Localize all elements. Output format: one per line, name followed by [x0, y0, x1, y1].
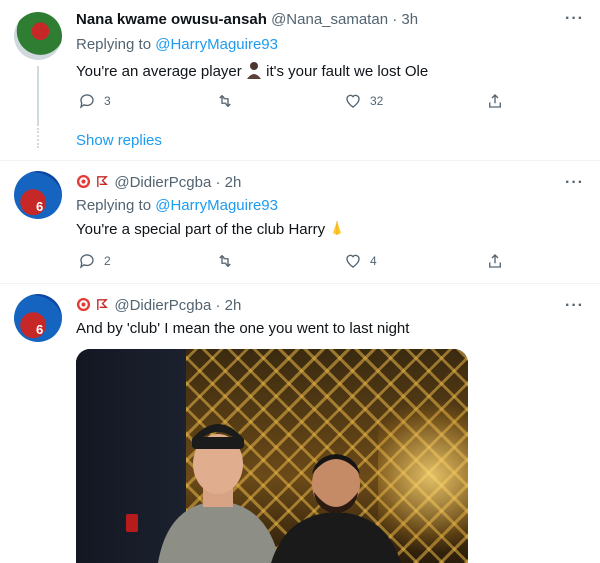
photo-sign: [126, 514, 138, 532]
photo-person-right: [271, 454, 401, 563]
like-count: 4: [370, 254, 377, 268]
replying-label: Replying to: [76, 197, 152, 214]
like-count: 32: [370, 94, 384, 108]
reply-count: 3: [104, 94, 111, 108]
share-button[interactable]: [486, 252, 504, 270]
separator: ·: [215, 297, 221, 314]
replying-to: Replying to @HarryMaguire93: [76, 36, 278, 53]
timestamp[interactable]: 3h: [401, 11, 418, 28]
separator: ·: [215, 174, 221, 191]
share-icon: [489, 254, 501, 268]
more-icon[interactable]: ···: [565, 10, 584, 28]
avatar[interactable]: 6: [14, 171, 62, 219]
reply-button[interactable]: 3: [78, 92, 111, 110]
tweet-text-part: You're a special part of the club Harry: [76, 221, 326, 238]
avatar[interactable]: [14, 12, 62, 60]
tweet-text-part: it's your fault we lost Ole: [266, 63, 429, 80]
thread-line: [37, 66, 39, 126]
tweet-actions: 3 32: [76, 92, 516, 112]
retweet-icon: [219, 94, 231, 108]
timestamp[interactable]: 2h: [225, 174, 242, 191]
tweet-header: @DidierPcgba · 2h: [76, 297, 241, 314]
handle[interactable]: @Nana_samatan: [271, 11, 388, 28]
show-replies-link[interactable]: Show replies: [76, 132, 162, 149]
tweet-1[interactable]: Nana kwame owusu-ansah @Nana_samatan · 3…: [0, 0, 600, 160]
thread-dots: [37, 128, 39, 148]
timestamp[interactable]: 2h: [225, 297, 242, 314]
more-icon[interactable]: ···: [565, 297, 584, 315]
handle[interactable]: @DidierPcgba: [114, 297, 211, 314]
reply-icon: [79, 94, 94, 109]
tweet-text: You're an average player it's your fault…: [76, 61, 428, 80]
like-icon: [346, 94, 360, 108]
target-emoji-icon: [76, 174, 91, 189]
avatar-number: 6: [36, 199, 44, 214]
like-button[interactable]: 4: [344, 252, 377, 270]
reply-icon: [79, 254, 94, 269]
tweet-text: You're a special part of the club Harry: [76, 219, 345, 238]
retweet-button[interactable]: [216, 92, 242, 110]
reply-button[interactable]: 2: [78, 252, 111, 270]
tweet-actions: 2 4: [76, 252, 516, 272]
reply-count: 2: [104, 254, 111, 268]
pray-emoji-icon: [333, 221, 342, 235]
retweet-icon: [219, 254, 231, 268]
display-name[interactable]: Nana kwame owusu-ansah: [76, 11, 267, 28]
avatar-number: 6: [36, 322, 44, 337]
share-button[interactable]: [486, 92, 504, 110]
replying-to: Replying to @HarryMaguire93: [76, 197, 278, 214]
tweet-text-part: You're an average player: [76, 63, 242, 80]
tweet-photo[interactable]: [76, 349, 468, 563]
retweet-button[interactable]: [216, 252, 242, 270]
pin-emoji-icon: [97, 299, 109, 311]
share-icon: [489, 94, 501, 108]
replying-handle[interactable]: @HarryMaguire93: [155, 36, 278, 53]
tweet-2[interactable]: 6 @DidierPcgba · 2h ··· Replying to @Har…: [0, 161, 600, 283]
replying-label: Replying to: [76, 36, 152, 53]
like-icon: [346, 254, 360, 268]
like-button[interactable]: 32: [344, 92, 383, 110]
handle[interactable]: @DidierPcgba: [114, 174, 211, 191]
tweet-text: And by 'club' I mean the one you went to…: [76, 320, 410, 337]
target-emoji-icon: [76, 297, 91, 312]
pin-emoji-icon: [97, 176, 109, 188]
tweet-header: Nana kwame owusu-ansah @Nana_samatan · 3…: [76, 11, 418, 28]
separator: ·: [392, 11, 398, 28]
replying-handle[interactable]: @HarryMaguire93: [155, 197, 278, 214]
more-icon[interactable]: ···: [565, 174, 584, 192]
person-emoji-icon: [246, 62, 261, 79]
tweet-header: @DidierPcgba · 2h: [76, 174, 241, 191]
avatar[interactable]: 6: [14, 294, 62, 342]
